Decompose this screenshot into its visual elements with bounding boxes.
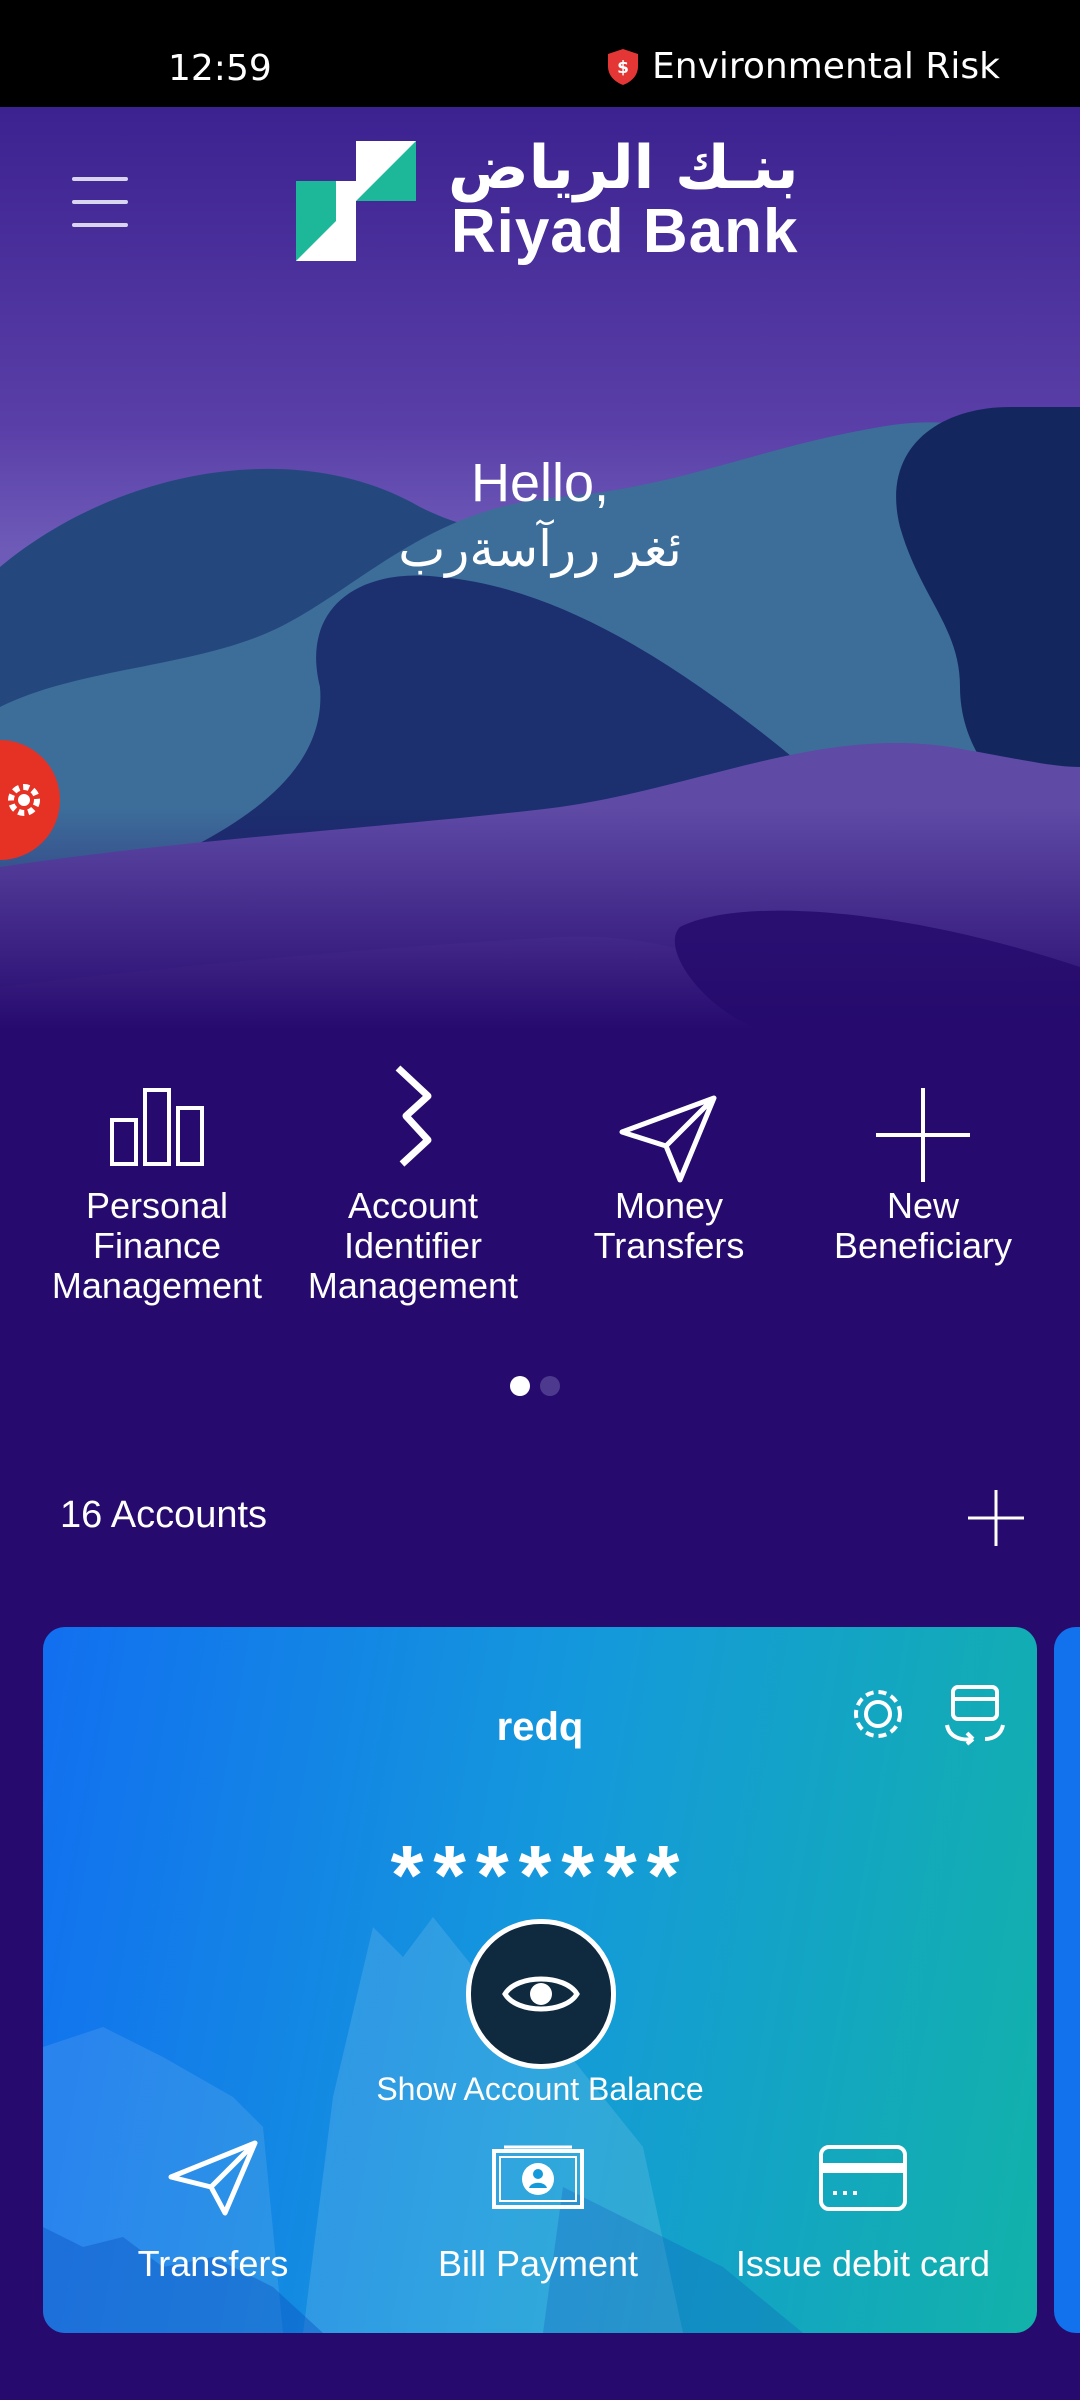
shield-icon: $ [608, 48, 638, 85]
logo-english: Riyad Bank [450, 197, 799, 266]
logo-arabic: بنـك الرياض [448, 133, 799, 203]
next-account-card[interactable] [1054, 1627, 1080, 2333]
riyad-bank-mark-icon [296, 141, 416, 261]
paper-plane-icon [619, 1095, 717, 1183]
transfers-label: Transfers [137, 2243, 289, 2284]
card-exchange-icon[interactable] [939, 1677, 1011, 1749]
bill-payment-label: Bill Payment [437, 2243, 639, 2284]
quick-action-personal-finance[interactable]: Personal Finance Management [32, 1060, 282, 1306]
status-alert-label: Environmental Risk [652, 46, 1000, 87]
identifier-icon [395, 1065, 432, 1167]
paper-plane-icon [168, 2140, 258, 2216]
status-alert: $ Environmental Risk [606, 46, 1000, 87]
bill-payment-action[interactable]: Bill Payment [388, 2137, 688, 2285]
greeting-hello: Hello, [470, 453, 610, 513]
quick-action-label: Account Identifier Management [307, 1185, 519, 1306]
quick-action-money-transfers[interactable]: Money Transfers [544, 1060, 794, 1266]
quick-action-account-identifier[interactable]: Account Identifier Management [288, 1060, 538, 1306]
page-dot[interactable] [540, 1376, 560, 1396]
plus-icon [876, 1088, 970, 1182]
bill-icon [492, 2145, 584, 2209]
page-dot-active[interactable] [510, 1376, 530, 1396]
card-icon [819, 2145, 907, 2211]
gear-icon [8, 784, 40, 816]
quick-actions: Personal Finance Management Account Iden… [0, 1060, 1080, 1350]
masked-balance: ******* [390, 1828, 690, 1922]
accounts-count: 16 Accounts [60, 1494, 268, 1536]
riyad-bank-logo: بنـك الرياض Riyad Bank [296, 131, 798, 271]
hero-banner: بنـك الرياض Riyad Bank Hello, ئغر ررآسةر… [0, 107, 1080, 1030]
status-bar: 12:59 $ Environmental Risk [0, 0, 1080, 107]
quick-action-label: Money Transfers [593, 1185, 745, 1266]
bar-chart-icon [110, 1088, 204, 1166]
greeting-name: ئغر ررآسةرب [398, 520, 682, 578]
quick-action-label: Personal Finance Management [51, 1185, 263, 1306]
account-card[interactable]: redq ******* Show Account Balance Transf… [43, 1627, 1037, 2333]
issue-debit-card-label: Issue debit card [735, 2243, 991, 2284]
status-time: 12:59 [168, 48, 272, 89]
add-account-plus-icon[interactable] [966, 1488, 1026, 1548]
transfers-action[interactable]: Transfers [63, 2137, 363, 2285]
eye-icon [502, 1976, 580, 2012]
gear-icon[interactable] [843, 1679, 913, 1749]
page-indicator [510, 1376, 560, 1396]
svg-text:$: $ [617, 58, 629, 78]
show-balance-button[interactable] [466, 1919, 616, 2069]
show-balance-label[interactable]: Show Account Balance [43, 2071, 1037, 2108]
menu-button[interactable] [72, 177, 134, 227]
issue-debit-card-action[interactable]: Issue debit card [713, 2137, 1013, 2285]
quick-action-new-beneficiary[interactable]: New Beneficiary [798, 1060, 1048, 1266]
quick-action-label: New Beneficiary [833, 1185, 1013, 1266]
